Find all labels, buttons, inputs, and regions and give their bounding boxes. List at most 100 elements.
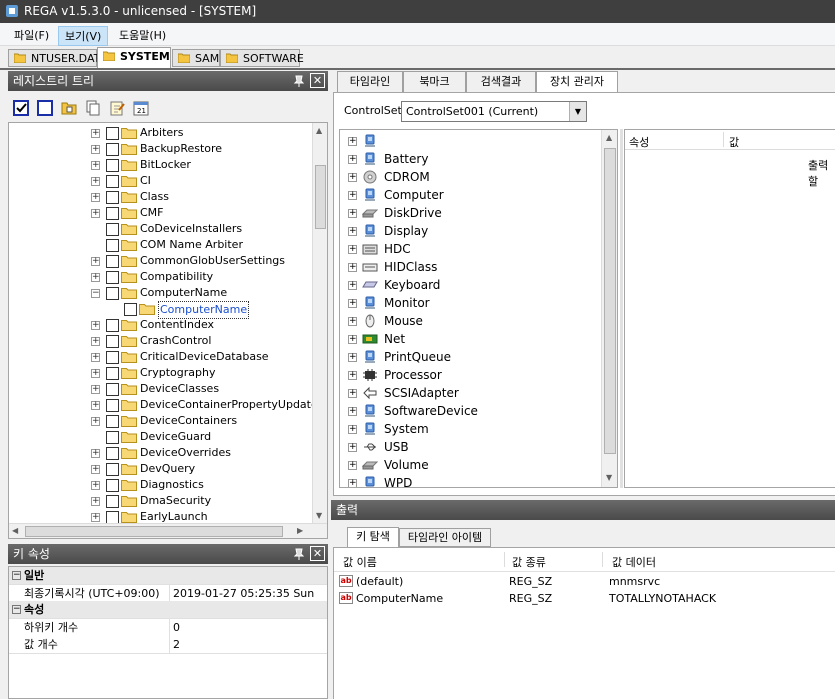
expand-icon[interactable]: + bbox=[348, 299, 357, 308]
checkbox[interactable] bbox=[124, 303, 137, 316]
checkbox[interactable] bbox=[106, 415, 119, 428]
tree-item[interactable]: COM Name Arbiter bbox=[9, 237, 309, 253]
checkbox[interactable] bbox=[106, 463, 119, 476]
doc-tab-sam[interactable]: SAM bbox=[172, 49, 220, 67]
prop-row-value-count[interactable]: 값 개수 2 bbox=[9, 636, 327, 654]
calendar-icon[interactable]: 21 bbox=[133, 100, 149, 116]
checkbox[interactable] bbox=[106, 367, 119, 380]
expand-icon[interactable]: + bbox=[91, 513, 100, 522]
checkbox[interactable] bbox=[106, 207, 119, 220]
expand-icon[interactable]: + bbox=[348, 191, 357, 200]
expand-icon[interactable]: + bbox=[91, 497, 100, 506]
col-value-type-header[interactable]: 값 종류 bbox=[512, 554, 546, 570]
col-value-name-header[interactable]: 값 이름 bbox=[343, 554, 377, 570]
tree-item[interactable]: + DeviceContainerPropertyUpdateEv bbox=[9, 397, 327, 413]
collapse-icon[interactable]: − bbox=[12, 605, 21, 614]
device-category-item[interactable]: + WPD bbox=[340, 474, 598, 487]
doc-tab-ntuser[interactable]: NTUSER.DAT bbox=[8, 49, 100, 67]
pin-icon[interactable] bbox=[292, 547, 306, 561]
tree-item[interactable]: + Class bbox=[9, 189, 309, 205]
tree-item[interactable]: − ComputerName bbox=[9, 285, 309, 301]
device-category-item[interactable]: + Mouse bbox=[340, 312, 598, 330]
scroll-right-arrow-icon[interactable]: ▶ bbox=[297, 526, 303, 535]
open-folder-icon[interactable] bbox=[61, 100, 77, 116]
expand-icon[interactable]: + bbox=[91, 417, 100, 426]
scroll-thumb[interactable] bbox=[25, 526, 283, 537]
checkbox[interactable] bbox=[106, 479, 119, 492]
expand-icon[interactable]: + bbox=[348, 173, 357, 182]
tab-bookmark[interactable]: 북마크 bbox=[403, 71, 466, 93]
tree-item[interactable]: + BitLocker bbox=[9, 157, 309, 173]
checkbox[interactable] bbox=[106, 495, 119, 508]
checkbox[interactable] bbox=[106, 159, 119, 172]
checkbox[interactable] bbox=[106, 383, 119, 396]
expand-icon[interactable]: + bbox=[348, 461, 357, 470]
expand-icon[interactable]: + bbox=[91, 369, 100, 378]
expand-icon[interactable]: + bbox=[348, 353, 357, 362]
scroll-up-arrow-icon[interactable]: ▲ bbox=[316, 126, 322, 135]
tab-timeline-items[interactable]: 타임라인 아이템 bbox=[399, 528, 491, 547]
checkbox[interactable] bbox=[106, 175, 119, 188]
edit-note-icon[interactable] bbox=[109, 100, 125, 116]
device-category-item[interactable]: + Keyboard bbox=[340, 276, 598, 294]
tree-item[interactable]: CoDeviceInstallers bbox=[9, 221, 309, 237]
expand-icon[interactable]: + bbox=[348, 443, 357, 452]
expand-icon[interactable]: + bbox=[348, 155, 357, 164]
checkbox[interactable] bbox=[106, 127, 119, 140]
checkbox[interactable] bbox=[106, 255, 119, 268]
checkbox[interactable] bbox=[106, 335, 119, 348]
expand-icon[interactable]: + bbox=[91, 353, 100, 362]
scroll-thumb[interactable] bbox=[315, 165, 326, 229]
tree-item[interactable]: + CrashControl bbox=[9, 333, 309, 349]
chevron-down-icon[interactable]: ▼ bbox=[569, 102, 586, 121]
copy-icon[interactable] bbox=[85, 100, 101, 116]
expand-icon[interactable]: + bbox=[91, 273, 100, 282]
expand-icon[interactable]: + bbox=[91, 257, 100, 266]
device-category-item[interactable]: + Battery bbox=[340, 150, 598, 168]
expand-icon[interactable]: + bbox=[91, 129, 100, 138]
prop-category-general[interactable]: − 일반 bbox=[9, 567, 327, 585]
device-category-item[interactable]: + Net bbox=[340, 330, 598, 348]
col-attribute-header[interactable]: 속성 bbox=[629, 134, 649, 150]
expand-icon[interactable]: + bbox=[91, 177, 100, 186]
checkbox[interactable] bbox=[106, 351, 119, 364]
menu-file[interactable]: 파일(F) bbox=[8, 26, 55, 44]
tree-item[interactable]: + Arbiters bbox=[9, 125, 309, 141]
device-category-item[interactable]: + HIDClass bbox=[340, 258, 598, 276]
expand-icon[interactable]: + bbox=[91, 193, 100, 202]
device-category-item[interactable]: + DiskDrive bbox=[340, 204, 598, 222]
tree-item[interactable]: + DeviceContainers bbox=[9, 413, 309, 429]
table-row[interactable]: ab ComputerName REG_SZ TOTALLYNOTAHACK bbox=[334, 591, 835, 607]
expand-icon[interactable]: + bbox=[348, 389, 357, 398]
expand-icon[interactable]: + bbox=[91, 481, 100, 490]
tab-search-results[interactable]: 검색결과 bbox=[466, 71, 536, 93]
col-value-data-header[interactable]: 값 데이터 bbox=[612, 554, 656, 570]
device-tree-scrollbar[interactable]: ▲ ▼ bbox=[601, 130, 617, 487]
prop-row-subkey-count[interactable]: 하위키 개수 0 bbox=[9, 619, 327, 637]
device-category-item[interactable]: + PrintQueue bbox=[340, 348, 598, 366]
close-icon[interactable]: ✕ bbox=[310, 73, 325, 88]
expand-icon[interactable]: + bbox=[348, 137, 357, 146]
device-category-item[interactable]: + Display bbox=[340, 222, 598, 240]
device-category-item[interactable]: + HDC bbox=[340, 240, 598, 258]
uncheck-all-icon[interactable] bbox=[37, 100, 53, 116]
device-category-item[interactable]: + Monitor bbox=[340, 294, 598, 312]
tree-item[interactable]: ComputerName bbox=[9, 301, 309, 319]
menu-help[interactable]: 도움말(H) bbox=[113, 26, 172, 44]
expand-icon[interactable]: + bbox=[91, 465, 100, 474]
tree-item[interactable]: + Compatibility bbox=[9, 269, 309, 285]
device-category-item[interactable]: + bbox=[340, 132, 598, 150]
checkbox[interactable] bbox=[106, 271, 119, 284]
expand-icon[interactable]: + bbox=[348, 479, 357, 487]
tree-item[interactable]: + DeviceOverrides bbox=[9, 445, 309, 461]
checkbox[interactable] bbox=[106, 431, 119, 444]
device-category-item[interactable]: + USB bbox=[340, 438, 598, 456]
device-category-item[interactable]: + Processor bbox=[340, 366, 598, 384]
expand-icon[interactable]: + bbox=[348, 263, 357, 272]
scroll-left-arrow-icon[interactable]: ◀ bbox=[12, 526, 18, 535]
tree-item[interactable]: + DevQuery bbox=[9, 461, 309, 477]
tree-item[interactable]: + BackupRestore bbox=[9, 141, 309, 157]
scroll-down-arrow-icon[interactable]: ▼ bbox=[606, 473, 612, 482]
checkbox[interactable] bbox=[106, 319, 119, 332]
registry-tree[interactable]: + Arbiters + BackupRestore + BitLocker + CI + Cla… bbox=[8, 122, 328, 539]
